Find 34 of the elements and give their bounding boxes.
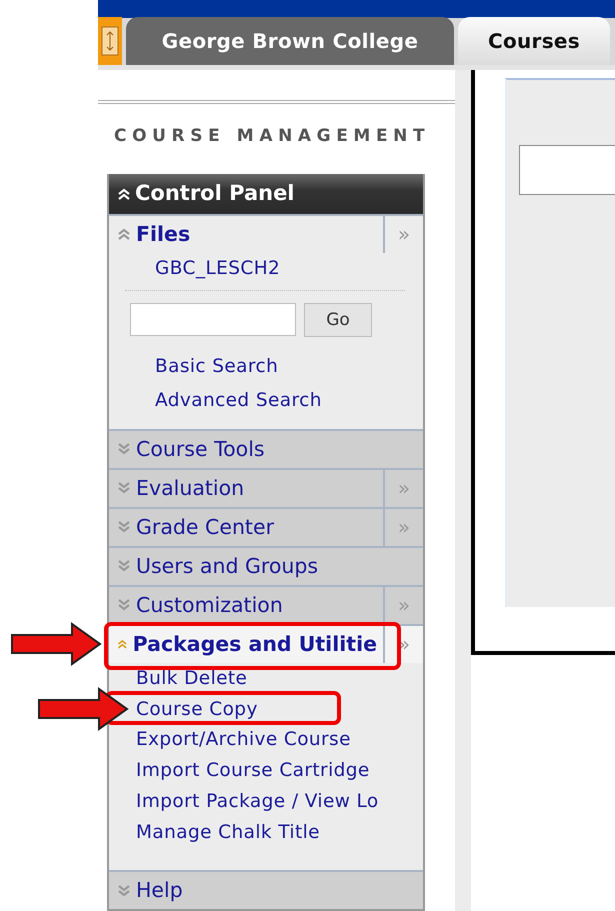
- section-header[interactable]: Grade Center: [109, 508, 383, 546]
- tab[interactable]: George Brown College: [126, 17, 454, 65]
- section-header[interactable]: Course Tools: [109, 430, 423, 468]
- collapse-icon: [117, 186, 131, 200]
- section-header[interactable]: Help: [109, 872, 423, 910]
- section-header[interactable]: Files: [109, 216, 383, 252]
- menu-link[interactable]: Bulk Delete: [136, 664, 248, 692]
- input-field[interactable]: [519, 145, 615, 195]
- section-header[interactable]: Customization: [109, 586, 383, 624]
- section-header[interactable]: Users and Groups: [109, 548, 423, 585]
- go-button[interactable]: Go: [304, 303, 372, 338]
- chevron-icon: [117, 520, 131, 534]
- chevron-icon: [117, 637, 128, 652]
- menu-link[interactable]: Export/Archive Course: [136, 726, 351, 754]
- folder-link[interactable]: GBC_LESCH2: [155, 254, 280, 282]
- section-header[interactable]: Packages and Utilitie: [109, 626, 383, 663]
- menu-link[interactable]: Import Course Cartridge: [136, 757, 370, 785]
- menu-link[interactable]: Import Package / View Lo: [136, 788, 379, 816]
- tab[interactable]: Courses: [458, 17, 610, 65]
- chevron-icon: [117, 559, 131, 574]
- search-link[interactable]: Basic Search: [155, 353, 278, 381]
- chevron-icon: [117, 884, 131, 898]
- chevron-icon: [117, 227, 131, 241]
- search-link[interactable]: Advanced Search: [155, 387, 322, 415]
- search-field[interactable]: [130, 303, 296, 336]
- chevron-icon: [117, 442, 131, 456]
- chevron-icon: [117, 481, 131, 496]
- panel-title: Control Panel: [135, 180, 295, 207]
- section-heading: COURSE MANAGEMENT: [114, 125, 432, 148]
- chevron-icon: [117, 598, 131, 612]
- menu-link[interactable]: Manage Chalk Title: [136, 818, 320, 846]
- resize-icon[interactable]: [98, 17, 122, 65]
- menu-link[interactable]: Course Copy: [136, 696, 258, 724]
- section-header[interactable]: Evaluation: [109, 470, 383, 507]
